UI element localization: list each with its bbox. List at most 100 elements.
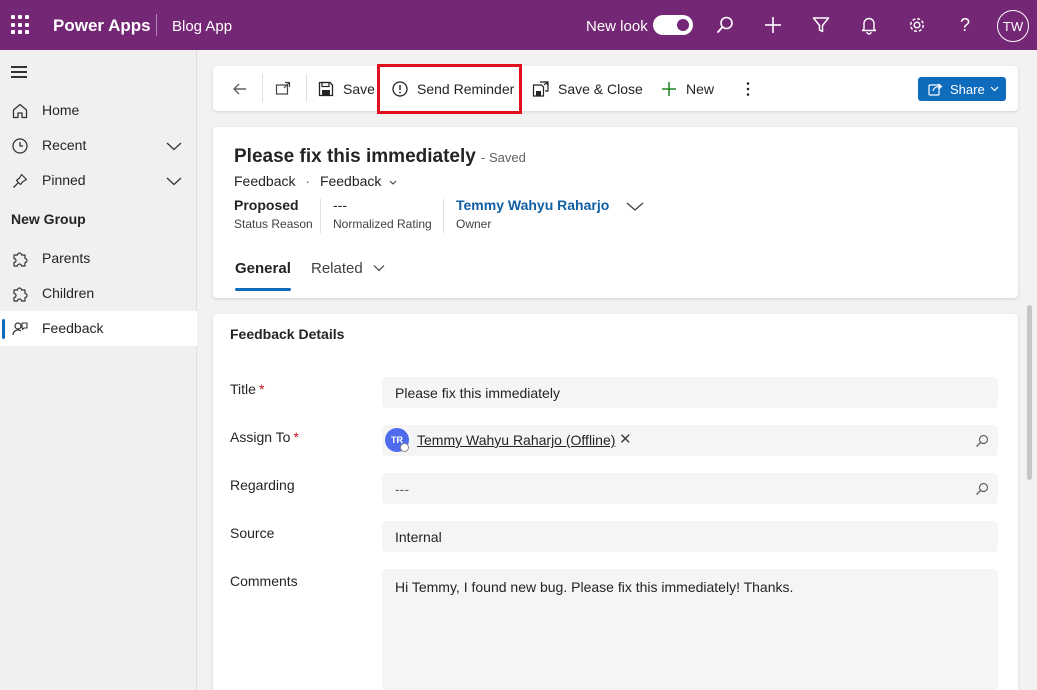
required-marker: *	[258, 381, 265, 397]
divider	[262, 74, 263, 102]
divider	[156, 14, 157, 36]
remove-icon[interactable]: ✕	[619, 430, 632, 448]
sidebar: Home Recent Pinned New Group Parents Chi…	[0, 50, 197, 690]
search-icon[interactable]	[975, 434, 989, 448]
new-label: New	[686, 80, 715, 97]
hamburger-icon[interactable]	[11, 66, 27, 78]
chevron-down-icon	[990, 86, 999, 92]
divider	[320, 199, 321, 233]
sidebar-item-label: Children	[42, 285, 95, 301]
more-vertical-icon	[739, 80, 757, 98]
tab-related-label: Related	[311, 260, 363, 277]
sidebar-item-home[interactable]: Home	[0, 93, 197, 128]
sidebar-item-label: Home	[42, 102, 80, 118]
divider	[443, 199, 444, 233]
more-commands-button[interactable]	[739, 66, 765, 111]
tab-general[interactable]: General	[235, 260, 291, 277]
active-tab-indicator	[235, 288, 291, 291]
record-header: Please fix this immediately - Saved Feed…	[213, 127, 1018, 298]
title-field-label: Title *	[230, 381, 264, 397]
gear-icon[interactable]	[905, 13, 929, 37]
header-field-normalized-rating: --- Normalized Rating	[333, 197, 432, 231]
sidebar-item-feedback[interactable]: Feedback	[0, 311, 197, 346]
save-button[interactable]: Save	[317, 66, 375, 111]
assign-to-field-label: Assign To *	[230, 429, 299, 445]
owner-label: Owner	[456, 217, 492, 231]
header-field-owner: Temmy Wahyu Raharjo Owner	[456, 197, 609, 231]
sidebar-item-pinned[interactable]: Pinned	[0, 163, 197, 198]
new-look-toggle[interactable]	[653, 15, 693, 35]
source-field[interactable]: Internal	[382, 521, 998, 552]
owner-link[interactable]: Temmy Wahyu Raharjo	[456, 197, 609, 213]
search-icon[interactable]	[975, 482, 989, 496]
search-icon[interactable]	[713, 13, 737, 37]
clock-icon	[11, 137, 29, 155]
form-selector[interactable]: Feedback	[320, 173, 398, 189]
save-label: Save	[343, 80, 375, 97]
sidebar-item-label: Recent	[42, 137, 87, 153]
bell-icon[interactable]	[857, 13, 881, 37]
title-label-text: Title	[230, 381, 256, 397]
sidebar-item-recent[interactable]: Recent	[0, 128, 197, 163]
chevron-down-icon	[389, 180, 397, 185]
title-field[interactable]: Please fix this immediately	[382, 377, 998, 408]
comments-textarea[interactable]: Hi Temmy, I found new bug. Please fix th…	[382, 569, 998, 690]
send-reminder-button[interactable]: Send Reminder	[391, 66, 514, 111]
send-reminder-label: Send Reminder	[417, 80, 515, 97]
normalized-rating-value: ---	[333, 197, 347, 213]
regarding-lookup[interactable]: ---	[382, 473, 998, 504]
sidebar-group-title: New Group	[11, 211, 86, 227]
status-reason-label: Status Reason	[234, 217, 313, 231]
assign-to-lookup[interactable]: TR Temmy Wahyu Raharjo (Offline) ✕	[382, 425, 998, 456]
header-field-status-reason: Proposed Status Reason	[234, 197, 313, 231]
assign-to-value-link[interactable]: Temmy Wahyu Raharjo (Offline)	[417, 432, 615, 448]
sidebar-item-parents[interactable]: Parents	[0, 241, 197, 276]
share-button[interactable]: Share	[918, 77, 1006, 101]
breadcrumb: Feedback · Feedback	[234, 173, 398, 189]
regarding-value: ---	[395, 480, 409, 497]
share-icon	[928, 82, 943, 96]
section-title: Feedback Details	[230, 326, 345, 342]
app-name[interactable]: Power Apps	[53, 16, 151, 36]
add-icon[interactable]	[761, 13, 785, 37]
open-in-new-window-button[interactable]	[274, 66, 300, 111]
filter-icon[interactable]	[809, 13, 833, 37]
app-title[interactable]: Blog App	[172, 18, 232, 35]
home-icon	[11, 102, 29, 120]
feedback-icon	[11, 320, 29, 338]
form-name: Feedback	[319, 173, 382, 189]
separator-dot: ·	[305, 173, 311, 189]
sidebar-item-children[interactable]: Children	[0, 276, 197, 311]
puzzle-icon	[11, 285, 29, 303]
puzzle-icon	[11, 250, 29, 268]
save-status: - Saved	[481, 150, 526, 165]
regarding-field-label: Regarding	[230, 477, 295, 493]
new-look-label: New look	[586, 18, 648, 35]
waffle-icon[interactable]	[8, 13, 32, 37]
chevron-down-icon	[373, 265, 385, 272]
chevron-down-icon[interactable]	[165, 139, 183, 155]
header-expand-chevron-icon[interactable]	[625, 199, 645, 218]
divider	[306, 74, 307, 102]
user-avatar[interactable]: TW	[997, 10, 1029, 42]
save-and-close-button[interactable]: Save & Close	[532, 66, 643, 111]
back-button[interactable]	[231, 66, 257, 111]
assign-to-label-text: Assign To	[230, 429, 291, 445]
top-app-bar: Power Apps Blog App New look ? TW	[0, 0, 1037, 50]
tab-related[interactable]: Related	[311, 260, 386, 277]
add-icon	[660, 80, 678, 98]
source-field-label: Source	[230, 525, 275, 541]
share-label: Share	[950, 81, 985, 97]
reminder-alert-icon	[391, 80, 409, 98]
help-icon[interactable]: ?	[953, 13, 977, 37]
required-marker: *	[293, 429, 299, 445]
scrollbar[interactable]	[1027, 305, 1032, 480]
comments-value: Hi Temmy, I found new bug. Please fix th…	[395, 579, 794, 595]
command-bar: Save Send Reminder Save & Close New Shar…	[213, 66, 1018, 111]
new-button[interactable]: New	[660, 66, 714, 111]
record-title: Please fix this immediately	[234, 146, 476, 167]
status-reason-value: Proposed	[234, 197, 299, 213]
source-value: Internal	[395, 528, 442, 545]
chevron-down-icon[interactable]	[165, 174, 183, 190]
entity-name: Feedback	[234, 173, 296, 189]
